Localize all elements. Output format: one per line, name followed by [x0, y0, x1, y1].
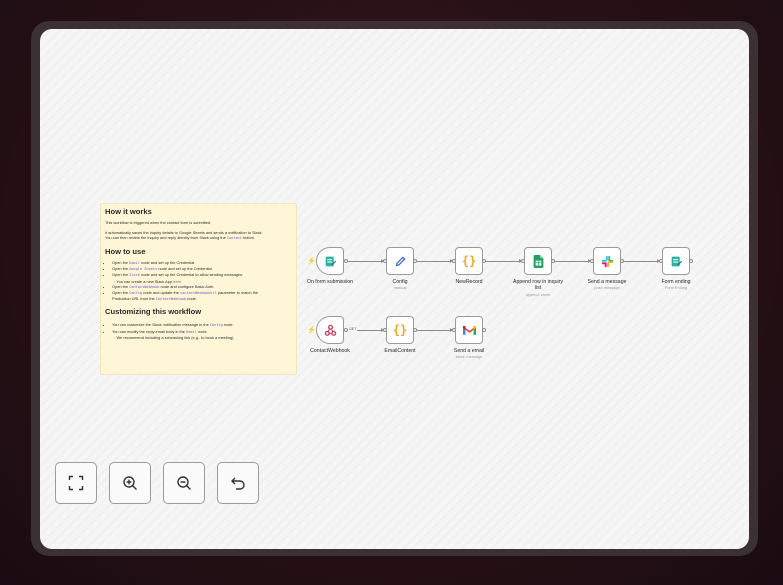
- node-contact-webhook[interactable]: [316, 316, 344, 344]
- sticky-note[interactable]: How it works This workflow is triggered …: [100, 203, 297, 375]
- gmail-icon: [462, 325, 476, 335]
- google-sheets-icon: [533, 254, 543, 268]
- node-label: EmailContent: [384, 348, 416, 354]
- fit-view-button[interactable]: [55, 462, 97, 504]
- output-port[interactable]: [551, 259, 555, 263]
- note-heading-how-to-use: How to use: [105, 247, 146, 256]
- node-sublabel: send: message: [455, 354, 483, 359]
- note-text: This workflow is triggered when the cont…: [105, 220, 212, 225]
- node-sublabel: manual: [393, 285, 407, 290]
- braces-icon: {}: [392, 323, 408, 337]
- zoom-in-button[interactable]: [109, 462, 151, 504]
- node-on-form-submission[interactable]: [316, 247, 344, 275]
- node-sublabel: append: sheet: [525, 292, 551, 297]
- pencil-icon: [395, 256, 405, 266]
- note-heading-customizing: Customizing this workflow: [105, 307, 202, 317]
- note-text: You can then review the inquiry and repl…: [105, 235, 255, 240]
- node-label: On form submission: [306, 279, 354, 285]
- connection-edge[interactable]: [486, 261, 521, 262]
- slack-icon: [601, 255, 613, 267]
- output-port[interactable]: [482, 328, 486, 332]
- trigger-bolt-icon: ⚡: [307, 258, 316, 265]
- zoom-in-icon: [123, 476, 137, 490]
- connection-edge[interactable]: [417, 330, 452, 331]
- node-label: ContactWebhook: [310, 348, 350, 354]
- list-item: Open the Config node and update the cont…: [112, 290, 292, 302]
- note-list-how-to-use: Open the Email node and set up the Crede…: [105, 260, 292, 302]
- node-new-record[interactable]: {}: [455, 247, 483, 275]
- output-port[interactable]: [413, 328, 417, 332]
- node-label: NewRecord: [455, 279, 483, 285]
- list-item: ◦ We recommend including a scheduling li…: [114, 334, 235, 340]
- braces-icon: {}: [461, 254, 477, 268]
- zoom-out-icon: [177, 476, 191, 490]
- webhook-icon: [324, 324, 336, 336]
- connection-edge[interactable]: [624, 261, 659, 262]
- edge-method-label: GET: [348, 327, 358, 332]
- undo-icon: [231, 477, 245, 490]
- node-send-message[interactable]: [593, 247, 621, 275]
- list-item: You can modify the reply email body in t…: [112, 329, 292, 340]
- node-label: Append row in inquiry list: [513, 279, 563, 291]
- form-icon: [671, 256, 682, 266]
- trigger-bolt-icon: ⚡: [307, 327, 316, 334]
- node-send-email[interactable]: [455, 316, 483, 344]
- note-heading-how-it-works: How it works: [105, 207, 152, 216]
- connection-edge[interactable]: [555, 261, 590, 262]
- node-form-ending[interactable]: [662, 247, 690, 275]
- node-config[interactable]: [386, 247, 414, 275]
- connection-edge[interactable]: [348, 261, 383, 262]
- node-append-row[interactable]: [524, 247, 552, 275]
- connection-edge[interactable]: [417, 261, 452, 262]
- node-sublabel: Form Ending: [664, 285, 688, 290]
- output-port[interactable]: [344, 259, 348, 263]
- output-port[interactable]: [620, 259, 624, 263]
- node-sublabel: post: message: [594, 285, 620, 290]
- output-port[interactable]: [482, 259, 486, 263]
- output-port[interactable]: [344, 328, 348, 332]
- fit-view-icon: [68, 475, 84, 491]
- output-port[interactable]: [413, 259, 417, 263]
- list-item: Open the Slack node and set up the Crede…: [112, 272, 292, 283]
- form-icon: [325, 256, 336, 266]
- output-port[interactable]: [689, 259, 693, 263]
- zoom-out-button[interactable]: [163, 462, 205, 504]
- undo-button[interactable]: [217, 462, 259, 504]
- note-list-customizing: You can customize the Slack notification…: [105, 322, 292, 340]
- node-email-content[interactable]: {}: [386, 316, 414, 344]
